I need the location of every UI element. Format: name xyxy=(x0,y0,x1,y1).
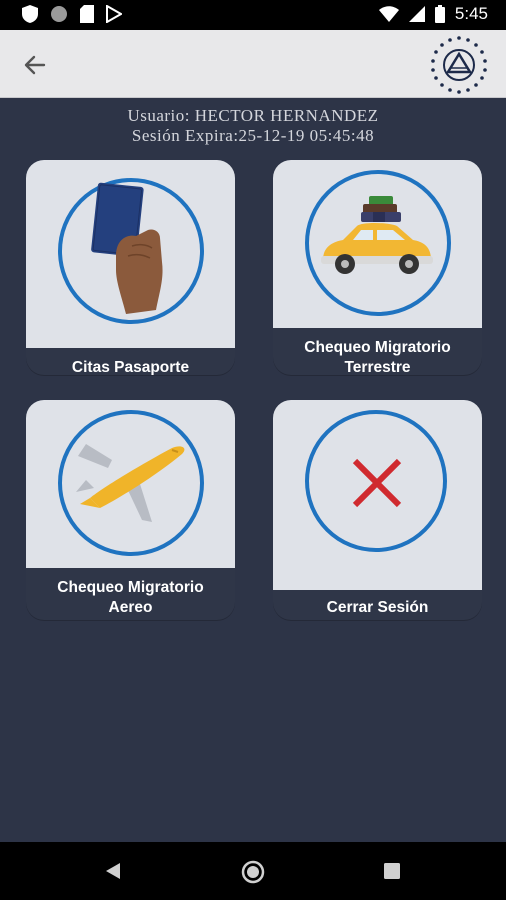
el-salvador-seal-icon xyxy=(431,36,487,94)
tile-label-line2: Aereo xyxy=(108,599,153,616)
chequeo-aereo-button[interactable]: Chequeo Migratorio Aereo xyxy=(26,400,235,620)
tile-label: Chequeo Migratorio Aereo xyxy=(26,578,235,618)
tile-label-line1: Chequeo Migratorio xyxy=(57,579,204,596)
car-luggage-icon xyxy=(321,196,433,274)
recents-square-icon[interactable] xyxy=(384,863,400,879)
cerrar-sesion-button[interactable]: Cerrar Sesión xyxy=(273,400,482,620)
wifi-icon xyxy=(378,6,399,22)
signal-icon xyxy=(408,6,425,22)
shield-icon xyxy=(22,5,38,23)
tile-label-line1: Chequeo Migratorio xyxy=(304,339,451,356)
home-circle-icon[interactable] xyxy=(241,860,265,884)
chequeo-terrestre-button[interactable]: Chequeo Migratorio Terrestre xyxy=(273,160,482,375)
sd-card-icon xyxy=(80,5,94,23)
sesion-expira-text: Sesión Expira:25-12-19 05:45:48 xyxy=(131,126,375,145)
play-store-icon xyxy=(106,5,122,23)
close-x-icon xyxy=(352,458,402,508)
tile-label: Citas Pasaporte xyxy=(71,359,190,375)
status-time: 5:45 xyxy=(454,4,488,23)
status-bar: 5:45 xyxy=(0,0,506,30)
battery-icon xyxy=(434,5,445,23)
circle-icon xyxy=(51,6,67,22)
passport-hand-icon xyxy=(91,182,163,314)
navigation-bar xyxy=(0,842,506,900)
back-arrow-icon[interactable] xyxy=(20,50,50,80)
user-info: Usuario: HECTOR HERNANDEZ Sesión Expira:… xyxy=(0,106,506,146)
tile-label: Chequeo Migratorio Terrestre xyxy=(273,338,482,375)
airplane-icon xyxy=(76,444,185,522)
citas-pasaporte-button[interactable]: Citas Pasaporte xyxy=(26,160,235,375)
tile-label: Cerrar Sesión xyxy=(326,599,429,616)
app-bar xyxy=(0,30,506,98)
back-triangle-icon[interactable] xyxy=(104,862,122,880)
usuario-text: Usuario: HECTOR HERNANDEZ xyxy=(127,106,379,125)
tile-label-line2: Terrestre xyxy=(344,359,411,375)
